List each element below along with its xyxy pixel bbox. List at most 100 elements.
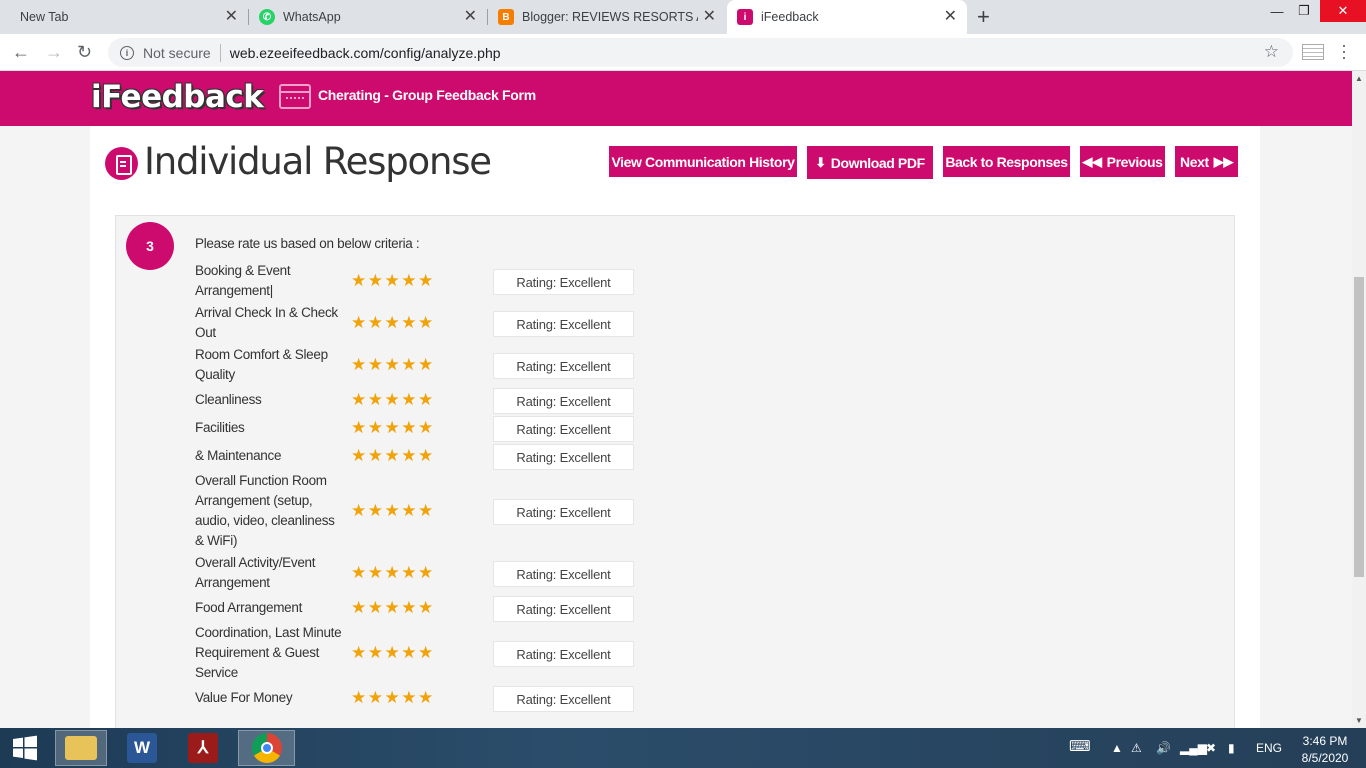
language-indicator[interactable]: ENG <box>1256 741 1282 755</box>
window-close-icon[interactable]: ✕ <box>1320 0 1366 22</box>
criteria-label: Coordination, Last Minute Requirement & … <box>195 625 342 680</box>
battery-icon[interactable]: ▮ <box>1228 741 1235 755</box>
taskbar-chrome[interactable] <box>238 730 295 766</box>
info-icon[interactable]: i <box>120 45 134 60</box>
keyboard-icon[interactable]: ⌨ <box>1069 737 1091 755</box>
document-icon <box>105 147 138 180</box>
forward-arrow-icon[interactable]: → <box>45 42 63 63</box>
scroll-down-icon[interactable]: ▼ <box>1355 716 1363 725</box>
reload-icon[interactable]: ↻ <box>77 42 92 63</box>
folder-icon <box>65 736 97 760</box>
new-tab-icon[interactable]: + <box>977 4 990 30</box>
close-icon[interactable]: ✕ <box>944 9 957 25</box>
acrobat-icon: ⅄ <box>188 733 218 763</box>
criteria-label: Room Comfort & Sleep Quality <box>195 347 328 382</box>
clock-date: 8/5/2020 <box>1301 751 1349 765</box>
system-clock[interactable]: 3:46 PM 8/5/2020 <box>1295 733 1355 767</box>
criteria-label: Value For Money <box>195 690 293 705</box>
criteria-label: & Maintenance <box>195 448 282 463</box>
star-rating: ★★★★★ <box>351 598 435 617</box>
criteria-label: Booking & Event Arrangement| <box>195 263 291 298</box>
button-label: Next <box>1180 153 1209 170</box>
ifeedback-logo[interactable]: iFeedback <box>91 79 264 115</box>
back-to-responses-button[interactable]: Back to Responses <box>943 146 1070 177</box>
network-warning-icon[interactable]: ⚠ <box>1131 741 1142 755</box>
tab-title: iFeedback <box>761 10 819 24</box>
show-hidden-icons-chevron-icon[interactable]: ▲ <box>1111 741 1123 755</box>
tab-blogger[interactable]: B Blogger: REVIEWS RESORTS AND ✕ <box>488 0 726 34</box>
star-rating: ★★★★★ <box>351 688 435 707</box>
clock-time: 3:46 PM <box>1302 734 1348 748</box>
double-right-chevron-icon: ▶▶ <box>1213 153 1234 169</box>
rating-value: Rating: Excellent <box>493 596 634 622</box>
button-label: Previous <box>1106 153 1163 170</box>
button-label: Download PDF <box>830 154 925 171</box>
page-scrollbar[interactable]: ▲ ▼ <box>1352 71 1366 728</box>
tab-new-tab[interactable]: New Tab ✕ <box>0 0 248 34</box>
button-label: View Communication History <box>611 153 795 170</box>
security-label: Not secure <box>143 44 211 61</box>
bookmark-star-icon[interactable]: ☆ <box>1264 42 1279 62</box>
star-rating: ★★★★★ <box>351 446 435 465</box>
signal-icon[interactable]: ▂▄▆ <box>1180 741 1207 755</box>
tab-whatsapp[interactable]: ✆ WhatsApp ✕ <box>249 0 487 34</box>
form-name: Cherating - Group Feedback Form <box>318 87 536 103</box>
double-left-chevron-icon: ◀◀ <box>1082 153 1102 169</box>
next-button[interactable]: Next ▶▶ <box>1175 146 1238 177</box>
star-rating: ★★★★★ <box>351 563 435 582</box>
browser-tab-strip: New Tab ✕ ✆ WhatsApp ✕ B Blogger: REVIEW… <box>0 0 1366 34</box>
extension-icon[interactable] <box>1302 44 1324 60</box>
form-icon <box>279 84 311 109</box>
download-icon: ⬇ <box>815 154 826 170</box>
word-icon: W <box>127 733 157 763</box>
star-rating: ★★★★★ <box>351 271 435 290</box>
star-rating: ★★★★★ <box>351 390 435 409</box>
rating-value: Rating: Excellent <box>493 269 634 295</box>
tab-title: WhatsApp <box>283 10 341 24</box>
download-pdf-button[interactable]: ⬇ Download PDF <box>807 146 933 179</box>
criteria-label: Food Arrangement <box>195 600 303 615</box>
rating-value: Rating: Excellent <box>493 499 634 525</box>
rating-value: Rating: Excellent <box>493 388 634 414</box>
blogger-icon: B <box>498 9 514 25</box>
taskbar-file-explorer[interactable] <box>55 730 107 766</box>
start-button[interactable] <box>0 730 50 766</box>
main-content: Individual Response View Communication H… <box>90 126 1260 735</box>
previous-button[interactable]: ◀◀ Previous <box>1080 146 1165 177</box>
star-rating: ★★★★★ <box>351 418 435 437</box>
address-bar[interactable]: i Not secure web.ezeeifeedback.com/confi… <box>108 38 1293 67</box>
criteria-label: Overall Activity/Event Arrangement <box>195 555 316 590</box>
taskbar-acrobat[interactable]: ⅄ <box>177 730 229 766</box>
star-rating: ★★★★★ <box>351 313 435 332</box>
back-arrow-icon[interactable]: ← <box>12 42 30 63</box>
criteria-label: Arrival Check In & Check Out <box>195 305 338 340</box>
tab-title: Blogger: REVIEWS RESORTS AND <box>522 10 698 24</box>
question-number-badge: 3 <box>126 222 174 270</box>
close-icon[interactable]: ✕ <box>703 9 716 25</box>
scroll-up-icon[interactable]: ▲ <box>1355 74 1363 83</box>
close-icon[interactable]: ✕ <box>225 9 238 25</box>
rating-value: Rating: Excellent <box>493 311 634 337</box>
close-icon[interactable]: ✕ <box>464 9 477 25</box>
view-communication-history-button[interactable]: View Communication History <box>609 146 797 177</box>
button-label: Back to Responses <box>945 153 1068 170</box>
volume-icon[interactable]: 🔊 <box>1156 741 1171 755</box>
criteria-label: Facilities <box>195 420 245 435</box>
question-text: Please rate us based on below criteria : <box>195 236 420 251</box>
rating-value: Rating: Excellent <box>493 686 634 712</box>
tab-title: New Tab <box>20 10 69 24</box>
star-rating: ★★★★★ <box>351 355 435 374</box>
scrollbar-thumb[interactable] <box>1354 277 1364 577</box>
rating-value: Rating: Excellent <box>493 416 634 442</box>
divider <box>219 43 221 62</box>
star-rating: ★★★★★ <box>351 501 435 520</box>
question-panel: 3 Please rate us based on below criteria… <box>115 215 1235 735</box>
menu-kebab-icon[interactable]: · · · <box>1341 36 1347 66</box>
url-text[interactable]: web.ezeeifeedback.com/config/analyze.php <box>230 45 501 61</box>
criteria-label: Cleanliness <box>195 392 262 407</box>
chrome-icon <box>251 733 282 763</box>
tab-ifeedback[interactable]: i iFeedback ✕ <box>727 0 967 34</box>
star-rating: ★★★★★ <box>351 643 435 662</box>
security-alert-icon[interactable]: ✖ <box>1206 741 1216 755</box>
taskbar-word[interactable]: W <box>116 730 168 766</box>
